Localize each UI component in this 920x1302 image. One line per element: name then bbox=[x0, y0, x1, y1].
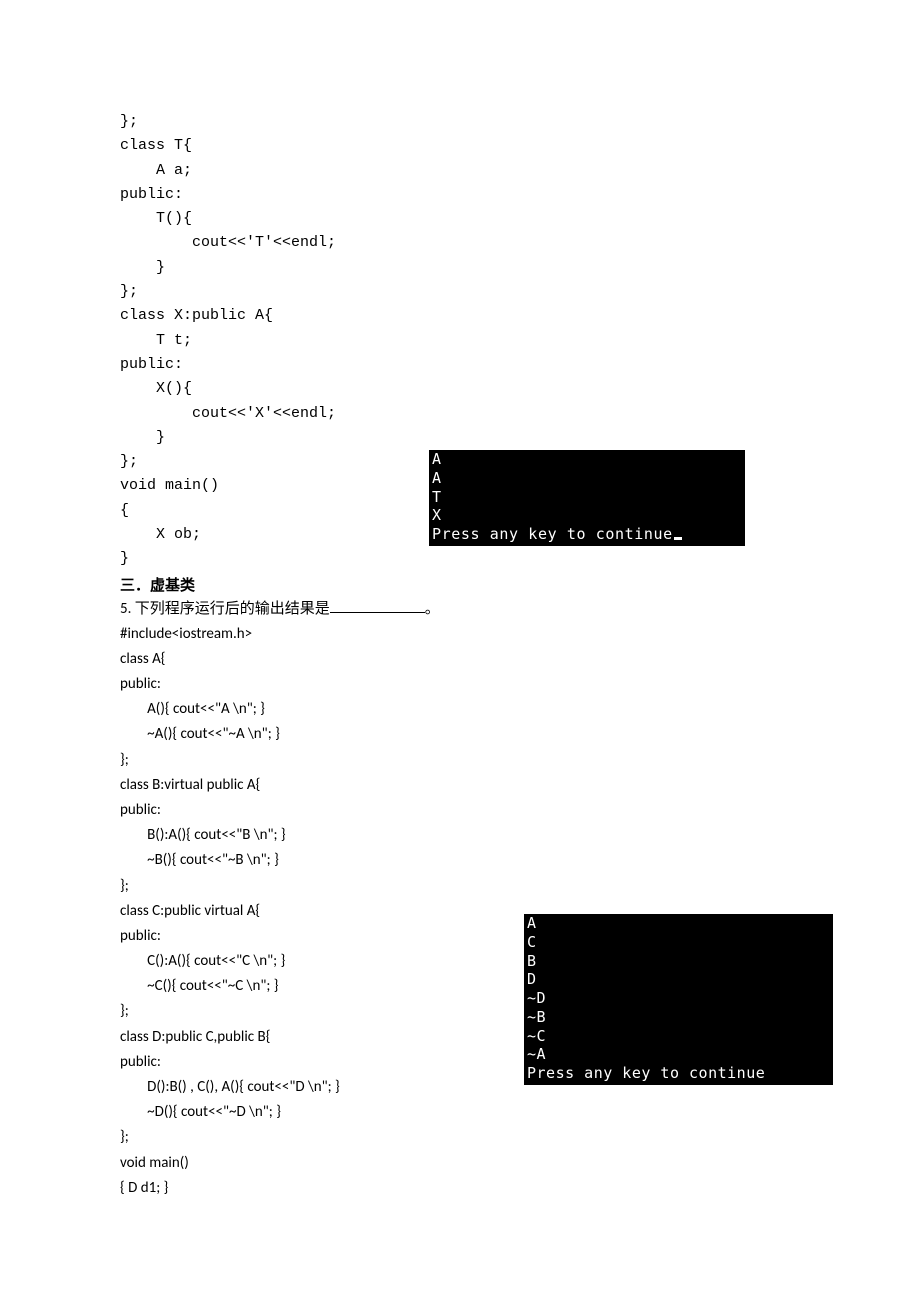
cursor-icon bbox=[674, 537, 682, 540]
code-block-2: #include<iostream.h> class A{ public: A(… bbox=[120, 622, 800, 1201]
terminal-1-text: A A T X Press any key to continue bbox=[432, 450, 673, 543]
question-5-suffix: 。 bbox=[425, 600, 440, 618]
question-5: 5. 下列程序运行后的输出结果是 。 bbox=[120, 597, 800, 618]
terminal-2-text: A C B D ~D ~B ~C ~A Press any key to con… bbox=[527, 914, 765, 1082]
terminal-output-2: A C B D ~D ~B ~C ~A Press any key to con… bbox=[524, 914, 833, 1085]
question-5-prefix: 5. 下列程序运行后的输出结果是 bbox=[120, 600, 330, 618]
answer-blank bbox=[330, 598, 425, 613]
document-page: }; class T{ A a; public: T(){ cout<<'T'<… bbox=[0, 0, 920, 1261]
terminal-output-1: A A T X Press any key to continue bbox=[429, 450, 745, 546]
section-title: 三．虚基类 bbox=[120, 574, 800, 595]
